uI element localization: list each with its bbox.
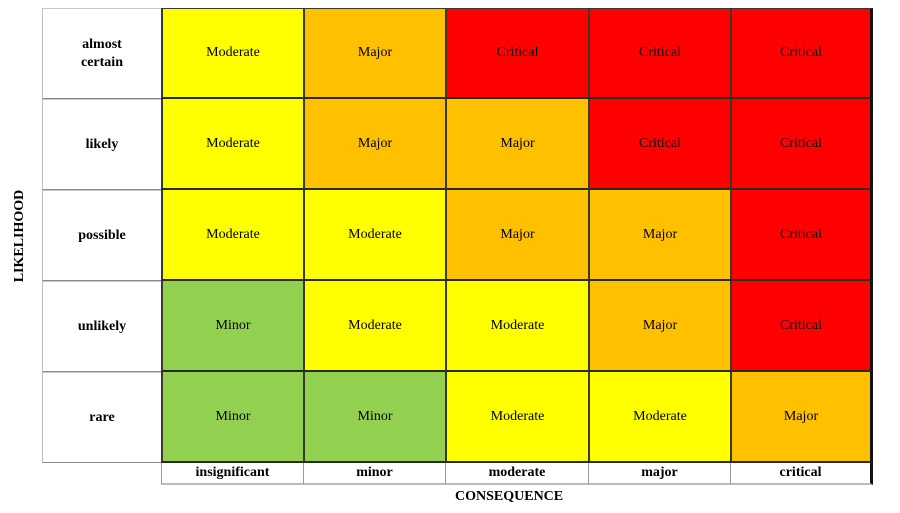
likelihood-label: almost certain (42, 8, 161, 99)
risk-cell: Major (303, 8, 445, 99)
risk-cell: Minor (161, 372, 303, 463)
risk-cell: Critical (730, 8, 873, 99)
consequence-label: critical (730, 463, 873, 485)
risk-cell: Major (445, 190, 588, 281)
likelihood-axis-label: LIKELIHOOD (12, 189, 27, 283)
risk-cell: Critical (588, 99, 730, 190)
consequence-label: minor (303, 463, 445, 485)
risk-cell: Moderate (445, 372, 588, 463)
risk-cell: Moderate (161, 99, 303, 190)
risk-cell: Critical (588, 8, 730, 99)
consequence-axis-label: CONSEQUENCE (455, 489, 564, 504)
risk-cell: Minor (303, 372, 445, 463)
risk-cell: Moderate (303, 190, 445, 281)
risk-cell: Critical (730, 190, 873, 281)
risk-cell: Moderate (161, 8, 303, 99)
consequence-label: major (588, 463, 730, 485)
likelihood-label: unlikely (42, 281, 161, 372)
risk-cell: Critical (445, 8, 588, 99)
risk-cell: Critical (730, 281, 873, 372)
likelihood-label: rare (42, 372, 161, 463)
risk-cell: Major (303, 99, 445, 190)
likelihood-label: possible (42, 190, 161, 281)
risk-cell: Critical (730, 99, 873, 190)
risk-matrix: almost certain Moderate Major Critical Criti… (42, 8, 873, 463)
likelihood-label: likely (42, 99, 161, 190)
risk-cell: Moderate (445, 281, 588, 372)
consequence-labels: insignificant minor moderate major critical (161, 463, 873, 485)
risk-cell: Major (588, 190, 730, 281)
risk-cell: Major (588, 281, 730, 372)
risk-cell: Minor (161, 281, 303, 372)
risk-cell: Major (730, 372, 873, 463)
risk-cell: Moderate (303, 281, 445, 372)
consequence-label: insignificant (161, 463, 303, 485)
risk-cell: Moderate (588, 372, 730, 463)
consequence-label: moderate (445, 463, 588, 485)
risk-cell: Moderate (161, 190, 303, 281)
risk-cell: Major (445, 99, 588, 190)
